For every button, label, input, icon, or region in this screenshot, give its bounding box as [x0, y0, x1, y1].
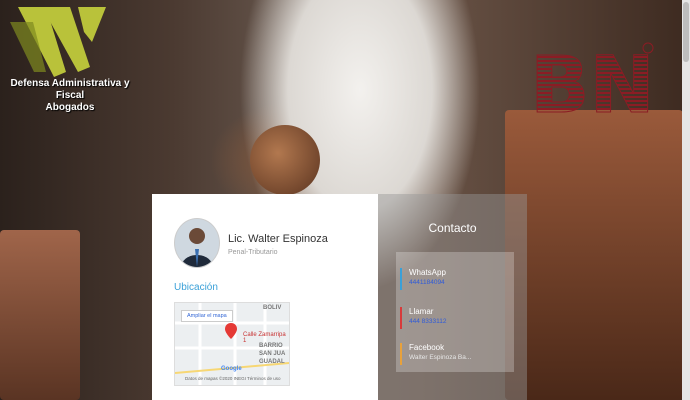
books-right: [505, 110, 683, 400]
map-footer: Datos de mapas ©2020 INEGI Términos de u…: [185, 376, 281, 381]
expand-map-button[interactable]: Ampliar el mapa: [181, 310, 233, 322]
map-label: SAN JUA: [259, 351, 286, 357]
accent-bar: [400, 268, 402, 290]
embedded-map[interactable]: Ampliar el mapa Calle Zamarripa 1 BOLIV …: [174, 302, 290, 386]
bni-logo-text: BNI: [530, 41, 654, 120]
contact-item-title: Llamar: [409, 307, 434, 316]
profile-card: Lic. Walter Espinoza Penal-Tributario Ub…: [152, 194, 378, 400]
contact-item-value[interactable]: 444 8333112: [409, 318, 446, 325]
map-label: BOLIV: [263, 305, 282, 311]
bni-logo-icon: BNI: [530, 41, 655, 121]
contact-item-value[interactable]: 4441184094: [409, 279, 445, 286]
brand-logo-text: Defensa Administrativa y Fiscal Abogados: [10, 78, 130, 114]
avatar: [174, 218, 220, 268]
person-avatar-icon: [175, 219, 219, 267]
map-label: BARRIO: [259, 343, 283, 349]
contact-card: Contacto WhatsApp 4441184094 Llamar 444 …: [378, 194, 527, 400]
google-logo: Google: [221, 366, 242, 372]
scrollbar[interactable]: [682, 0, 690, 400]
contact-item-facebook[interactable]: Facebook Walter Espinoza Ba...: [400, 343, 510, 369]
contact-item-title: Facebook: [409, 343, 445, 352]
contact-panel: WhatsApp 4441184094 Llamar 444 8333112 F…: [396, 252, 514, 372]
brand-line-1: Defensa Administrativa y Fiscal: [10, 78, 130, 101]
books-left: [0, 230, 80, 400]
gavel: [250, 125, 320, 195]
scrollbar-thumb[interactable]: [683, 2, 689, 62]
location-title: Ubicación: [174, 282, 218, 293]
brand-line-2: Abogados: [45, 102, 95, 113]
contact-item-title: WhatsApp: [409, 268, 446, 277]
contact-item-call[interactable]: Llamar 444 8333112: [400, 307, 510, 333]
bni-logo[interactable]: BNI: [528, 40, 655, 121]
profile-role: Penal-Tributario: [228, 249, 278, 256]
accent-bar: [400, 343, 402, 365]
contact-title: Contacto: [428, 221, 477, 235]
contact-item-whatsapp[interactable]: WhatsApp 4441184094: [400, 268, 510, 294]
profile-name: Lic. Walter Espinoza: [228, 233, 328, 245]
map-label: GUADAL: [259, 359, 285, 365]
contact-item-value[interactable]: Walter Espinoza Ba...: [409, 354, 471, 361]
accent-bar: [400, 307, 402, 329]
